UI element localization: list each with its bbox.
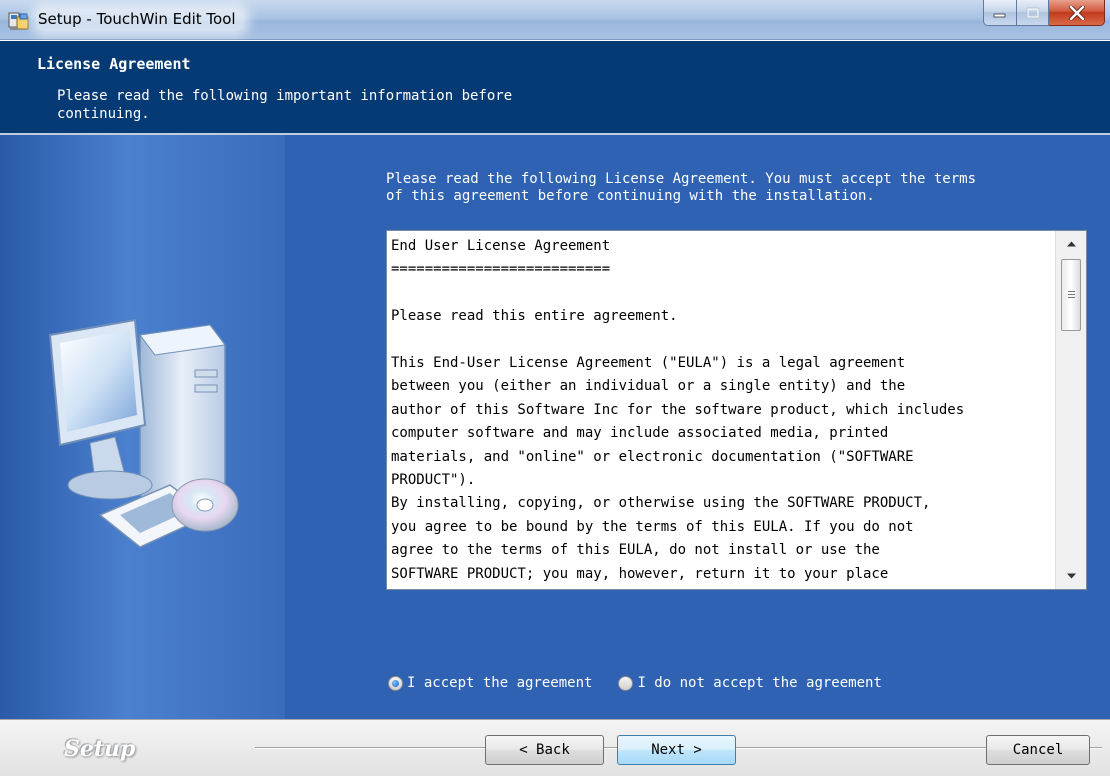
- next-button[interactable]: Next >: [617, 735, 736, 765]
- cancel-button[interactable]: Cancel: [986, 735, 1090, 765]
- triangle-up-icon: [1066, 241, 1076, 247]
- wizard-body: Please read the following License Agreem…: [0, 135, 1110, 719]
- minimize-button[interactable]: [983, 0, 1017, 26]
- maximize-button[interactable]: [1017, 0, 1049, 26]
- wizard-header: License Agreement Please read the follow…: [0, 41, 1110, 133]
- scroll-down-button[interactable]: [1056, 565, 1086, 587]
- computer-with-cd-icon: [48, 318, 239, 548]
- installer-icon: [8, 10, 30, 32]
- close-icon: [1068, 5, 1085, 20]
- intro-text: Please read the following License Agreem…: [386, 171, 977, 204]
- side-panel: [0, 135, 285, 719]
- scrollbar-thumb[interactable]: [1061, 259, 1081, 331]
- wizard-footer: Setup < Back Next > Cancel: [0, 719, 1110, 776]
- vertical-scrollbar[interactable]: [1055, 231, 1086, 589]
- grip-icon: [1068, 291, 1075, 298]
- accept-radio[interactable]: [388, 675, 403, 691]
- brand-label: Setup: [64, 736, 136, 762]
- decline-radio-label[interactable]: I do not accept the agreement: [637, 675, 881, 691]
- agreement-options: I accept the agreement I do not accept t…: [388, 673, 908, 693]
- page-subtitle: Please read the following important info…: [57, 88, 513, 122]
- license-text: End User License Agreement =============…: [391, 238, 965, 582]
- minimize-icon: [993, 13, 1006, 17]
- maximize-icon: [1026, 7, 1039, 18]
- license-textbox[interactable]: End User License Agreement =============…: [386, 230, 1087, 590]
- title-bar[interactable]: Setup - TouchWin Edit Tool: [0, 0, 1110, 40]
- window-title: Setup - TouchWin Edit Tool: [36, 9, 244, 31]
- decline-radio[interactable]: [618, 675, 634, 691]
- accept-radio-label[interactable]: I accept the agreement: [407, 675, 592, 691]
- scroll-up-button[interactable]: [1056, 233, 1086, 255]
- triangle-down-icon: [1066, 573, 1076, 579]
- page-title: License Agreement: [37, 55, 191, 73]
- back-button[interactable]: < Back: [485, 735, 604, 765]
- close-button[interactable]: [1049, 0, 1105, 26]
